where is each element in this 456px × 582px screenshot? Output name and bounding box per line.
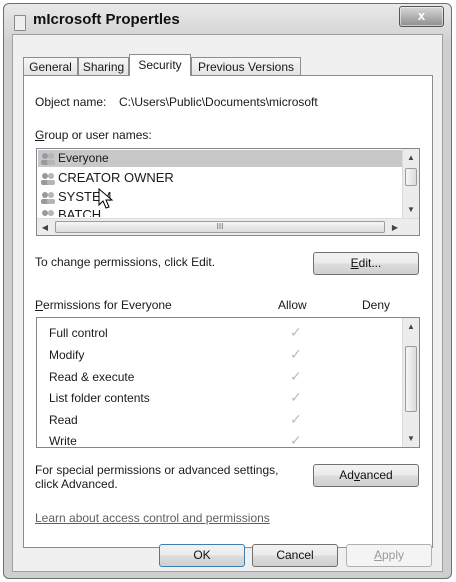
permission-name: Read & execute (49, 370, 135, 384)
deny-column-header: Deny (362, 298, 391, 312)
security-panel: Object name: C:\Users\Public\Documents\m… (23, 75, 433, 548)
special-permissions-text-line2: click Advanced. (35, 477, 118, 491)
mouse-cursor-icon (98, 188, 114, 209)
dialog-client: General Sharing Security Previous Versio… (12, 34, 443, 572)
scroll-down-arrow-icon[interactable]: ▼ (403, 201, 419, 218)
user-name: Everyone (58, 151, 109, 165)
permissions-listbox[interactable]: Full control Modify Read & execute List … (36, 317, 420, 448)
window-title: mIcrosoft Propertles (33, 11, 180, 28)
permission-name: List folder contents (49, 391, 150, 405)
allow-check-icon: ✓ (290, 368, 302, 384)
ok-button[interactable]: OK (159, 544, 245, 567)
properties-window: mIcrosoft Propertles x General Sharing S… (3, 3, 452, 579)
horizontal-scroll-thumb[interactable]: III (55, 221, 385, 233)
users-vertical-scrollbar[interactable]: ▲ ▼ (402, 149, 419, 218)
advanced-button[interactable]: Advanced (313, 464, 419, 487)
scroll-right-arrow-icon[interactable]: ▶ (387, 219, 403, 235)
permission-name: Read (49, 413, 78, 427)
permission-name: Full control (49, 326, 108, 340)
scroll-thumb[interactable] (405, 346, 417, 412)
permission-name: Modify (49, 348, 85, 362)
tab-security[interactable]: Security (129, 54, 191, 76)
special-permissions-text-line1: For special permissions or advanced sett… (35, 463, 279, 477)
scroll-left-arrow-icon[interactable]: ◀ (37, 219, 53, 235)
users-group-icon (41, 153, 55, 166)
edit-button[interactable]: Edit... (313, 252, 419, 275)
users-group-icon (41, 173, 55, 186)
cancel-button[interactable]: Cancel (252, 544, 338, 567)
change-permissions-text: To change permissions, click Edit. (35, 255, 216, 269)
allow-check-icon: ✓ (290, 432, 302, 448)
users-listbox[interactable]: Everyone CREATOR OWNER SYSTEM BATCH ▲ ▼ (36, 148, 420, 236)
group-or-user-names-label: Group or user names: (35, 128, 152, 142)
tab-previous-versions[interactable]: Previous Versions (191, 57, 301, 75)
apply-button[interactable]: Apply (346, 544, 432, 567)
tab-sharing[interactable]: Sharing (78, 57, 129, 75)
user-row-everyone[interactable]: Everyone (40, 151, 109, 166)
object-name-value: C:\Users\Public\Documents\microsoft (119, 95, 318, 109)
users-horizontal-scrollbar[interactable]: ◀ III ▶ (37, 218, 419, 235)
user-row-batch[interactable]: BATCH (40, 207, 101, 217)
scroll-up-arrow-icon[interactable]: ▲ (403, 318, 419, 335)
allow-check-icon: ✓ (290, 324, 302, 340)
users-group-icon (42, 210, 54, 217)
user-name: BATCH (58, 207, 102, 217)
permissions-for-label: Permissions for Everyone (35, 298, 172, 312)
allow-check-icon: ✓ (290, 346, 302, 362)
allow-column-header: Allow (278, 298, 307, 312)
folder-icon (14, 15, 26, 31)
permissions-vertical-scrollbar[interactable]: ▲ ▼ (402, 318, 419, 447)
object-name-label: Object name: (35, 95, 107, 109)
permission-name: Write (49, 434, 77, 448)
allow-check-icon: ✓ (290, 411, 302, 427)
scroll-thumb[interactable] (405, 168, 417, 186)
user-row-creator-owner[interactable]: CREATOR OWNER (40, 170, 174, 186)
scroll-up-arrow-icon[interactable]: ▲ (403, 149, 419, 166)
tab-general[interactable]: General (23, 57, 78, 75)
learn-about-access-control-link[interactable]: Learn about access control and permissio… (35, 511, 270, 525)
close-button[interactable]: x (399, 6, 444, 27)
title-bar[interactable]: mIcrosoft Propertles x (4, 4, 451, 38)
user-name: CREATOR OWNER (58, 170, 174, 185)
allow-check-icon: ✓ (290, 389, 302, 405)
users-group-icon (41, 192, 55, 205)
scroll-down-arrow-icon[interactable]: ▼ (403, 430, 419, 447)
